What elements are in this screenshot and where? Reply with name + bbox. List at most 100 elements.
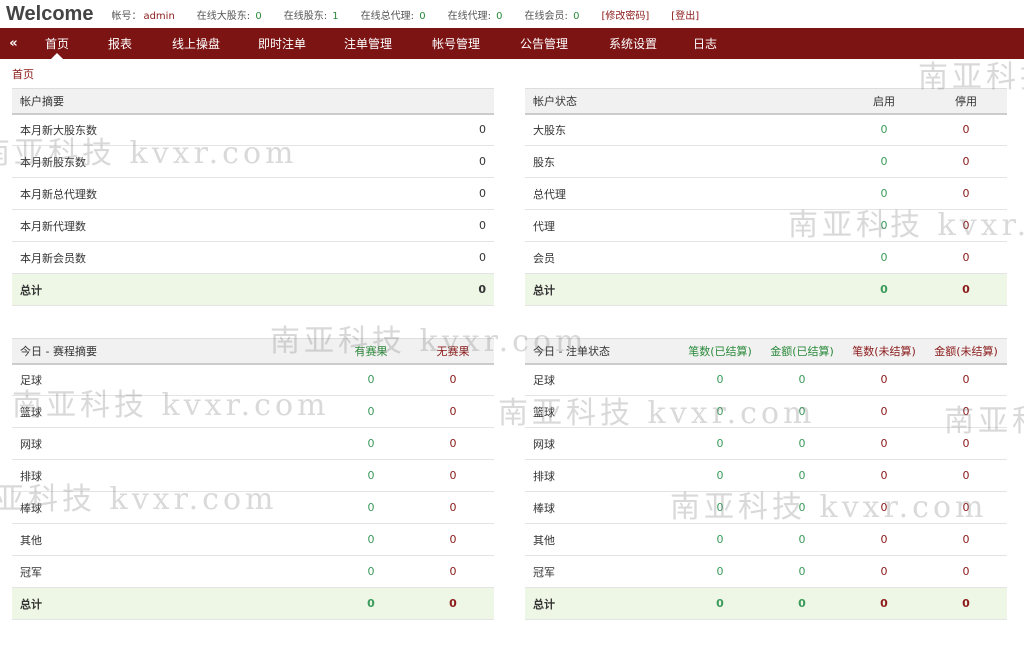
amount-settled: 0 bbox=[761, 363, 843, 396]
logout-link[interactable]: [登出] bbox=[671, 7, 699, 22]
total-row: 总计 0 0 bbox=[525, 273, 1007, 306]
table-row: 冠军 0 0 bbox=[12, 555, 494, 588]
amount-unsettled: 0 bbox=[925, 491, 1007, 524]
none-value: 0 bbox=[412, 555, 494, 588]
change-password-link[interactable]: [修改密码] bbox=[601, 7, 649, 22]
row-value: 0 bbox=[414, 177, 494, 210]
bet-status-panel: 今日 - 注单状态 笔数(已结算) 金额(已结算) 笔数(未结算) 金额(未结算… bbox=[525, 338, 1007, 620]
amount-settled: 0 bbox=[761, 395, 843, 428]
tab-reports[interactable]: 报表 bbox=[87, 28, 153, 59]
row-label: 篮球 bbox=[12, 395, 330, 428]
panel-title: 今日 - 赛程摘要 bbox=[12, 338, 330, 365]
online-stat-label: 在线大股东: bbox=[196, 10, 251, 22]
top-bar: Welcome 帐号： admin 在线大股东: 0 在线股东: 1 在线总代理:… bbox=[0, 0, 1024, 28]
top-info: 帐号： admin 在线大股东: 0 在线股东: 1 在线总代理: 0 在线代理:… bbox=[111, 7, 721, 22]
amount-settled: 0 bbox=[761, 523, 843, 556]
row-label: 棒球 bbox=[525, 491, 679, 524]
enabled-value: 0 bbox=[843, 241, 925, 274]
table-row: 足球 0 0 0 0 bbox=[525, 363, 1007, 396]
has-value: 0 bbox=[330, 523, 412, 556]
panel-title: 今日 - 注单状态 bbox=[525, 338, 679, 365]
table-row: 冠军 0 0 0 0 bbox=[525, 555, 1007, 588]
row-label: 总代理 bbox=[525, 177, 843, 210]
amount-unsettled: 0 bbox=[925, 459, 1007, 492]
row-label: 大股东 bbox=[525, 113, 843, 146]
tab-home[interactable]: 首页 bbox=[27, 28, 87, 59]
total-count-settled: 0 bbox=[679, 587, 761, 620]
row-label: 本月新代理数 bbox=[12, 209, 414, 242]
main-nav: « 首页 报表 线上操盘 即时注单 注单管理 帐号管理 公告管理 系统设置 日志 bbox=[0, 28, 1024, 59]
row-label: 棒球 bbox=[12, 491, 330, 524]
table-row: 篮球 0 0 bbox=[12, 395, 494, 428]
schedule-summary-table: 今日 - 赛程摘要 有赛果 无赛果 足球 0 0 篮球 0 0 网球 0 0 排球 0 0 棒球… bbox=[12, 338, 494, 620]
count-settled: 0 bbox=[679, 523, 761, 556]
row-label: 其他 bbox=[12, 523, 330, 556]
table-row: 总代理 0 0 bbox=[525, 177, 1007, 210]
online-stat-label: 在线会员: bbox=[524, 10, 568, 22]
table-row: 棒球 0 0 0 0 bbox=[525, 491, 1007, 524]
tab-system-settings[interactable]: 系统设置 bbox=[587, 28, 679, 59]
count-settled: 0 bbox=[679, 555, 761, 588]
count-unsettled: 0 bbox=[843, 459, 925, 492]
row-label: 冠军 bbox=[12, 555, 330, 588]
total-row: 总计 0 bbox=[12, 273, 494, 306]
col-amount-settled: 金额(已结算) bbox=[761, 338, 843, 365]
tab-account-management[interactable]: 帐号管理 bbox=[411, 28, 501, 59]
row-label: 篮球 bbox=[525, 395, 679, 428]
total-row: 总计 0 0 bbox=[12, 587, 494, 620]
none-value: 0 bbox=[412, 363, 494, 396]
disabled-value: 0 bbox=[925, 241, 1007, 274]
tab-announcements[interactable]: 公告管理 bbox=[501, 28, 587, 59]
tab-logs[interactable]: 日志 bbox=[679, 28, 731, 59]
total-disabled: 0 bbox=[925, 273, 1007, 306]
count-settled: 0 bbox=[679, 395, 761, 428]
count-settled: 0 bbox=[679, 427, 761, 460]
account-status-table: 帐户状态 启用 停用 大股东 0 0 股东 0 0 总代理 0 0 代理 0 0 会员 0 0 总计… bbox=[525, 88, 1007, 306]
double-chevron-left-icon[interactable]: « bbox=[0, 28, 27, 59]
col-no-result: 无赛果 bbox=[412, 338, 494, 365]
disabled-value: 0 bbox=[925, 113, 1007, 146]
table-row: 足球 0 0 bbox=[12, 363, 494, 396]
row-label: 本月新大股东数 bbox=[12, 113, 414, 146]
row-label: 足球 bbox=[525, 363, 679, 396]
tab-live-trading[interactable]: 线上操盘 bbox=[153, 28, 239, 59]
schedule-summary-panel: 今日 - 赛程摘要 有赛果 无赛果 足球 0 0 篮球 0 0 网球 0 0 排球 0 0 棒球… bbox=[12, 338, 494, 620]
online-stat-value: 0 bbox=[255, 10, 262, 22]
tab-bet-management[interactable]: 注单管理 bbox=[325, 28, 411, 59]
count-unsettled: 0 bbox=[843, 427, 925, 460]
row-label: 排球 bbox=[525, 459, 679, 492]
table-row: 大股东 0 0 bbox=[525, 113, 1007, 146]
online-stat-value: 0 bbox=[419, 10, 426, 22]
count-settled: 0 bbox=[679, 363, 761, 396]
col-amount-unsettled: 金额(未结算) bbox=[925, 338, 1007, 365]
online-stat: 在线股东: 1 bbox=[284, 7, 339, 22]
total-label: 总计 bbox=[525, 273, 843, 306]
total-count-unsettled: 0 bbox=[843, 587, 925, 620]
enabled-value: 0 bbox=[843, 113, 925, 146]
amount-unsettled: 0 bbox=[925, 555, 1007, 588]
total-has: 0 bbox=[330, 587, 412, 620]
disabled-value: 0 bbox=[925, 145, 1007, 178]
count-unsettled: 0 bbox=[843, 523, 925, 556]
account-label: 帐号： bbox=[111, 10, 142, 22]
amount-unsettled: 0 bbox=[925, 523, 1007, 556]
table-row: 股东 0 0 bbox=[525, 145, 1007, 178]
amount-unsettled: 0 bbox=[925, 395, 1007, 428]
table-row: 其他 0 0 bbox=[12, 523, 494, 556]
row-label: 网球 bbox=[525, 427, 679, 460]
total-label: 总计 bbox=[12, 587, 330, 620]
enabled-value: 0 bbox=[843, 177, 925, 210]
tab-live-bets[interactable]: 即时注单 bbox=[239, 28, 325, 59]
count-settled: 0 bbox=[679, 459, 761, 492]
breadcrumb[interactable]: 首页 bbox=[12, 66, 34, 82]
online-stat-label: 在线总代理: bbox=[360, 10, 415, 22]
row-label: 会员 bbox=[525, 241, 843, 274]
col-disabled: 停用 bbox=[925, 88, 1007, 115]
has-value: 0 bbox=[330, 427, 412, 460]
col-has-result: 有赛果 bbox=[330, 338, 412, 365]
table-row: 排球 0 0 0 0 bbox=[525, 459, 1007, 492]
row-label: 足球 bbox=[12, 363, 330, 396]
col-count-settled: 笔数(已结算) bbox=[679, 338, 761, 365]
table-row: 代理 0 0 bbox=[525, 209, 1007, 242]
amount-unsettled: 0 bbox=[925, 363, 1007, 396]
